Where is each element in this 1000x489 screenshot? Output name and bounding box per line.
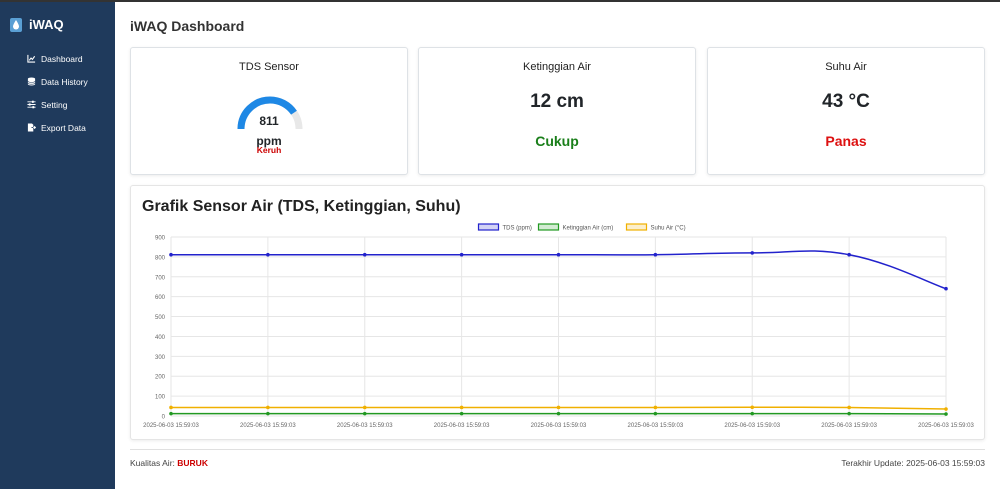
x-tick-label: 2025-06-03 15:59:03 — [724, 423, 780, 429]
page-title: iWAQ Dashboard — [130, 18, 245, 34]
y-tick-label: 400 — [155, 335, 166, 341]
level-status: Cukup — [535, 133, 579, 149]
data-point — [750, 411, 755, 416]
file-export-icon — [27, 123, 36, 132]
data-point — [944, 412, 948, 416]
data-point — [750, 405, 755, 410]
sidebar-item-data-history[interactable]: Data History — [0, 70, 115, 93]
sidebar-nav: Dashboard Data History Setting Export Da… — [0, 47, 115, 139]
tds-card-title: TDS Sensor — [239, 61, 299, 73]
legend-swatch — [625, 223, 648, 231]
y-tick-label: 800 — [155, 255, 166, 261]
tds-status: Keruh — [256, 145, 282, 155]
water-drop-icon — [10, 17, 22, 32]
chart-title: Grafik Sensor Air (TDS, Ketinggian, Suhu… — [142, 198, 461, 215]
x-tick-label: 2025-06-03 15:59:03 — [628, 423, 684, 429]
data-point — [362, 411, 367, 416]
y-tick-label: 300 — [155, 355, 166, 361]
y-tick-label: 200 — [155, 375, 166, 381]
water-quality-footer: Kualitas Air: BURUK — [130, 458, 208, 468]
last-update-text: Terakhir Update: 2025-06-03 15:59:03 — [841, 458, 985, 468]
data-point — [556, 411, 561, 416]
data-point — [653, 411, 658, 416]
data-point — [459, 411, 464, 416]
sidebar-item-export-data[interactable]: Export Data — [0, 116, 115, 139]
footer-divider — [130, 449, 985, 450]
water-level-card: Ketinggian Air 12 cm Cukup — [418, 47, 696, 175]
legend-label: TDS (ppm) — [503, 226, 532, 232]
data-point — [847, 411, 851, 416]
level-value: 12 cm — [530, 91, 584, 112]
sidebar-item-label: Dashboard — [41, 53, 83, 64]
data-point — [169, 411, 173, 416]
legend-label: Suhu Air (°C) — [651, 226, 686, 232]
data-point — [847, 405, 851, 410]
y-tick-label: 0 — [162, 415, 166, 421]
level-card-title: Ketinggian Air — [523, 61, 591, 73]
data-point — [169, 405, 173, 410]
data-point — [944, 286, 948, 291]
data-point — [459, 405, 464, 410]
sensor-line-chart[interactable]: 0 100 200 300 400 500 600 700 800 900 2025-06-03 1… — [131, 220, 986, 435]
quality-value: BURUK — [177, 458, 208, 468]
sliders-icon — [27, 100, 36, 109]
x-tick-label: 2025-06-03 15:59:03 — [918, 423, 974, 429]
data-point — [653, 252, 658, 257]
water-temp-card: Suhu Air 43 °C Panas — [707, 47, 985, 175]
main-content: iWAQ Dashboard TDS Sensor 811 ppm Keruh … — [115, 2, 1000, 489]
data-point — [653, 405, 658, 410]
data-point — [266, 411, 270, 416]
data-point — [362, 405, 367, 410]
sensor-chart-card: Grafik Sensor Air (TDS, Ketinggian, Suhu… — [130, 185, 985, 440]
data-point — [266, 405, 270, 410]
y-tick-label: 500 — [155, 315, 166, 321]
x-tick-label: 2025-06-03 15:59:03 — [240, 423, 296, 429]
data-point — [266, 252, 270, 257]
temp-card-title: Suhu Air — [825, 61, 867, 73]
temp-status: Panas — [825, 133, 867, 149]
y-tick-label: 100 — [155, 395, 166, 401]
brand-name: iWAQ — [29, 17, 64, 32]
data-point — [750, 251, 755, 255]
x-tick-label: 2025-06-03 15:59:03 — [531, 423, 587, 429]
database-icon — [27, 77, 36, 86]
data-point — [847, 252, 851, 257]
temp-value: 43 °C — [822, 91, 870, 112]
legend-swatch — [477, 223, 500, 231]
sidebar-item-label: Export Data — [41, 122, 86, 133]
tds-value: 811 — [259, 114, 279, 128]
sidebar-item-dashboard[interactable]: Dashboard — [0, 47, 115, 70]
data-point — [459, 252, 464, 257]
sidebar-item-label: Data History — [41, 76, 88, 87]
sidebar-item-setting[interactable]: Setting — [0, 93, 115, 116]
quality-label: Kualitas Air: — [130, 458, 175, 468]
y-tick-label: 600 — [155, 295, 166, 301]
chart-line-icon — [27, 54, 36, 63]
x-tick-label: 2025-06-03 15:59:03 — [143, 423, 199, 429]
data-point — [944, 407, 948, 411]
tds-sensor-card: TDS Sensor 811 ppm Keruh — [130, 47, 408, 175]
x-tick-label: 2025-06-03 15:59:03 — [821, 423, 877, 429]
brand[interactable]: iWAQ — [0, 2, 115, 36]
data-point — [556, 405, 561, 410]
data-point — [362, 252, 367, 257]
data-point — [169, 252, 173, 257]
data-point — [556, 252, 561, 257]
sidebar-item-label: Setting — [41, 99, 68, 110]
y-tick-label: 900 — [155, 236, 166, 242]
x-tick-label: 2025-06-03 15:59:03 — [337, 423, 393, 429]
legend-swatch — [537, 223, 560, 231]
y-tick-label: 700 — [155, 275, 166, 281]
sidebar: iWAQ Dashboard Data History Setting Expo… — [0, 2, 115, 489]
legend-label: Ketinggian Air (cm) — [563, 226, 614, 232]
x-tick-label: 2025-06-03 15:59:03 — [434, 423, 490, 429]
